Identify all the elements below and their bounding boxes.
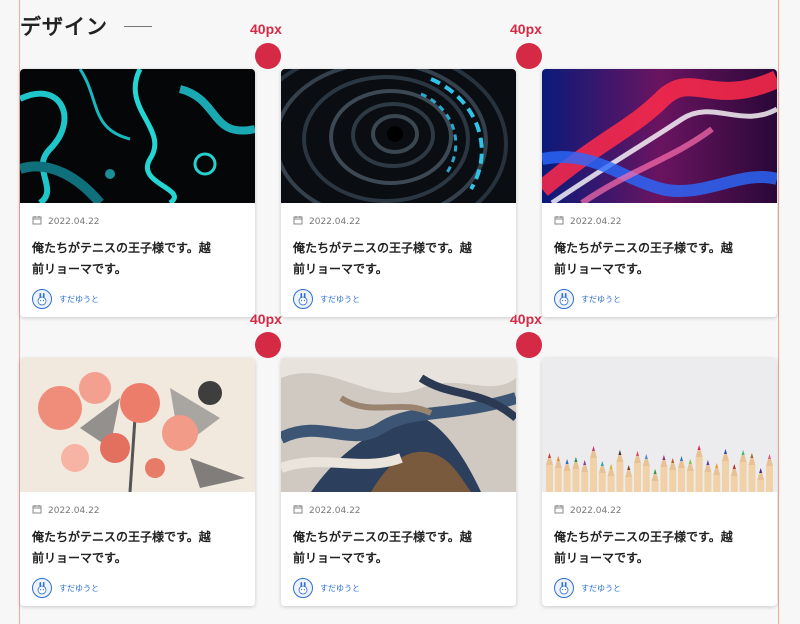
author-row[interactable]: すだゆうと <box>293 578 504 598</box>
article-title[interactable]: 俺たちがテニスの王子様です。越前リョーマです。 <box>293 238 473 280</box>
article-date: 2022.04.22 <box>309 505 361 516</box>
author-avatar-icon[interactable] <box>32 578 52 598</box>
calendar-icon <box>554 504 564 517</box>
author-avatar-icon[interactable] <box>293 578 313 598</box>
author-avatar-icon[interactable] <box>554 289 574 309</box>
spacing-marker <box>516 43 542 69</box>
author-row[interactable]: すだゆうと <box>293 289 504 309</box>
section-title: デザイン <box>20 15 108 39</box>
calendar-icon <box>32 215 42 228</box>
date-row: 2022.04.22 <box>293 215 504 228</box>
article-title[interactable]: 俺たちがテニスの王子様です。越前リョーマです。 <box>554 238 734 280</box>
date-row: 2022.04.22 <box>32 215 243 228</box>
article-date: 2022.04.22 <box>309 216 361 227</box>
article-card[interactable]: 2022.04.22 俺たちがテニスの王子様です。越前リョーマです。 すだゆうと <box>542 69 777 317</box>
article-card[interactable]: 2022.04.22 俺たちがテニスの王子様です。越前リョーマです。 すだゆうと <box>20 69 255 317</box>
calendar-icon <box>32 504 42 517</box>
author-name[interactable]: すだゆうと <box>581 583 621 594</box>
article-thumbnail[interactable] <box>281 69 516 241</box>
author-name[interactable]: すだゆうと <box>320 583 360 594</box>
article-title[interactable]: 俺たちがテニスの王子様です。越前リョーマです。 <box>32 238 212 280</box>
spacing-marker <box>516 332 542 358</box>
author-name[interactable]: すだゆうと <box>59 294 99 305</box>
right-guide-line <box>778 0 779 624</box>
article-card[interactable]: 2022.04.22 俺たちがテニスの王子様です。越前リョーマです。 すだゆうと <box>281 358 516 606</box>
article-thumbnail[interactable] <box>542 358 777 504</box>
article-date: 2022.04.22 <box>48 216 100 227</box>
article-card[interactable]: 2022.04.22 俺たちがテニスの王子様です。越前リョーマです。 すだゆうと <box>542 358 777 606</box>
author-name[interactable]: すだゆうと <box>320 294 360 305</box>
author-row[interactable]: すだゆうと <box>554 289 765 309</box>
date-row: 2022.04.22 <box>554 504 765 517</box>
article-thumbnail[interactable] <box>281 358 516 492</box>
author-name[interactable]: すだゆうと <box>581 294 621 305</box>
article-date: 2022.04.22 <box>570 216 622 227</box>
article-title[interactable]: 俺たちがテニスの王子様です。越前リョーマです。 <box>32 527 212 569</box>
calendar-icon <box>554 215 564 228</box>
section-heading: デザイン <box>20 11 152 41</box>
calendar-icon <box>293 504 303 517</box>
date-row: 2022.04.22 <box>293 504 504 517</box>
author-row[interactable]: すだゆうと <box>32 289 243 309</box>
article-card[interactable]: 2022.04.22 俺たちがテニスの王子様です。越前リョーマです。 すだゆうと <box>281 69 516 317</box>
article-title[interactable]: 俺たちがテニスの王子様です。越前リョーマです。 <box>293 527 473 569</box>
date-row: 2022.04.22 <box>32 504 243 517</box>
author-row[interactable]: すだゆうと <box>32 578 243 598</box>
article-card[interactable]: 2022.04.22 俺たちがテニスの王子様です。越前リョーマです。 すだゆうと <box>20 358 255 606</box>
author-avatar-icon[interactable] <box>32 289 52 309</box>
spacing-marker <box>255 332 281 358</box>
author-avatar-icon[interactable] <box>293 289 313 309</box>
article-title[interactable]: 俺たちがテニスの王子様です。越前リョーマです。 <box>554 527 734 569</box>
article-date: 2022.04.22 <box>570 505 622 516</box>
article-date: 2022.04.22 <box>48 505 100 516</box>
article-thumbnail[interactable] <box>20 358 255 493</box>
title-rule <box>124 25 152 27</box>
spacing-marker <box>255 43 281 69</box>
spacing-label: 40px <box>250 21 282 37</box>
article-thumbnail[interactable] <box>542 69 777 206</box>
author-name[interactable]: すだゆうと <box>59 583 99 594</box>
author-avatar-icon[interactable] <box>554 578 574 598</box>
author-row[interactable]: すだゆうと <box>554 578 765 598</box>
date-row: 2022.04.22 <box>554 215 765 228</box>
article-thumbnail[interactable] <box>20 69 255 207</box>
calendar-icon <box>293 215 303 228</box>
spacing-label: 40px <box>510 21 542 37</box>
